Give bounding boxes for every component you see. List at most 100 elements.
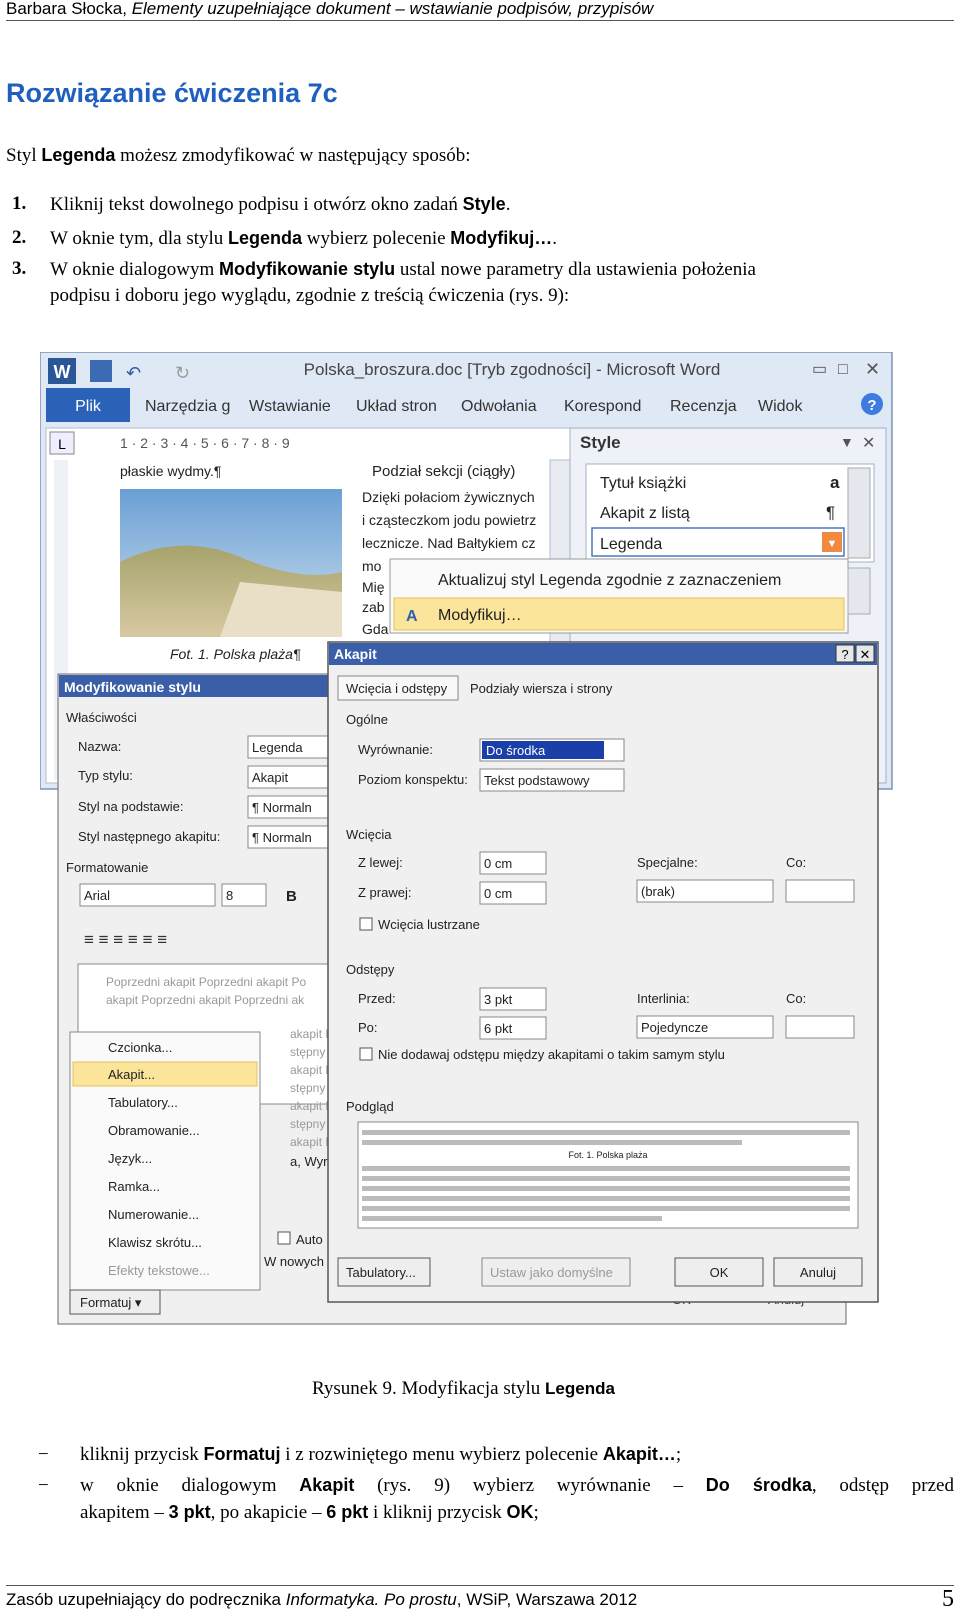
svg-text:Tabulatory...: Tabulatory... bbox=[346, 1265, 416, 1280]
svg-text:Plik: Plik bbox=[75, 398, 102, 415]
step-number: 3. bbox=[12, 258, 27, 279]
svg-text:L: L bbox=[58, 436, 66, 452]
svg-text:Co:: Co: bbox=[786, 991, 806, 1006]
svg-text:Modyfikowanie stylu: Modyfikowanie stylu bbox=[64, 679, 201, 695]
bullet-item-2-line-2: akapitem – 3 pkt, po akapicie – 6 pkt i … bbox=[80, 1502, 539, 1523]
paragraph-preview bbox=[357, 1121, 859, 1229]
word-screenshot: W ↶ ↻ Polska_broszura.doc [Tryb zgodnośc… bbox=[39, 351, 893, 1325]
svg-text:Z lewej:: Z lewej: bbox=[358, 855, 403, 870]
svg-text:Wyrównanie:: Wyrównanie: bbox=[358, 742, 433, 757]
step-number: 2. bbox=[12, 227, 27, 248]
svg-text:mo: mo bbox=[362, 558, 382, 574]
style-name-field: Legenda bbox=[252, 740, 303, 755]
svg-text:i cząsteczkom jodu powietrz: i cząsteczkom jodu powietrz bbox=[362, 512, 536, 528]
menu-item: Efekty tekstowe... bbox=[108, 1263, 210, 1278]
svg-text:Interlinia:: Interlinia: bbox=[637, 991, 690, 1006]
svg-text:Podział sekcji (ciągły): Podział sekcji (ciągły) bbox=[372, 463, 515, 480]
svg-text:Anuluj: Anuluj bbox=[800, 1265, 836, 1280]
svg-text:Akapit: Akapit bbox=[334, 646, 377, 662]
svg-text:Co:: Co: bbox=[786, 855, 806, 870]
bullet-item-1: kliknij przycisk Formatuj i z rozwinięte… bbox=[80, 1444, 682, 1465]
svg-text:Właściwości: Właściwości bbox=[66, 710, 137, 725]
svg-text:Dzięki połaciom żywicznych: Dzięki połaciom żywicznych bbox=[362, 489, 535, 505]
save-icon bbox=[90, 360, 112, 382]
svg-text:Fot. 1. Polska plaża: Fot. 1. Polska plaża bbox=[568, 1150, 647, 1160]
bullet-dash: − bbox=[38, 1475, 49, 1496]
help-icon: ? bbox=[841, 647, 848, 662]
mirror-checkbox bbox=[359, 917, 373, 931]
svg-text:Ogólne: Ogólne bbox=[346, 712, 388, 727]
svg-text:Wcięcia lustrzane: Wcięcia lustrzane bbox=[378, 917, 480, 932]
tab-narzedzia: Narzędzia g bbox=[145, 398, 230, 415]
svg-text:Przed:: Przed: bbox=[358, 991, 396, 1006]
svg-text:zab: zab bbox=[362, 599, 385, 615]
no-space-checkbox bbox=[359, 1047, 373, 1061]
svg-text:8: 8 bbox=[226, 888, 233, 903]
menu-item: Czcionka... bbox=[108, 1040, 172, 1055]
style-pane-title: Style bbox=[580, 433, 621, 452]
paragraph-title-bar bbox=[329, 643, 877, 665]
tab-wstawianie: Wstawianie bbox=[249, 398, 331, 415]
header-author: Barbara Słocka, bbox=[6, 0, 132, 18]
svg-text:Legenda: Legenda bbox=[600, 536, 662, 553]
modify-icon: A bbox=[406, 608, 418, 625]
svg-text:Wcięcia: Wcięcia bbox=[346, 827, 392, 842]
svg-text:Wcięcia i odstępy: Wcięcia i odstępy bbox=[346, 681, 448, 696]
svg-text:lecznicze. Nad Bałtykiem cz: lecznicze. Nad Bałtykiem cz bbox=[362, 535, 536, 551]
section-heading: Rozwiązanie ćwiczenia 7c bbox=[6, 78, 338, 108]
svg-text:▼: ▼ bbox=[827, 538, 838, 550]
tab-odwolania: Odwołania bbox=[461, 398, 537, 415]
svg-text:akapit Poprzedni akapit Poprze: akapit Poprzedni akapit Poprzedni ak bbox=[106, 993, 305, 1007]
bullet-item-2-line-1: w oknie dialogowym Akapit (rys. 9) wybie… bbox=[80, 1475, 954, 1496]
svg-text:Akapit...: Akapit... bbox=[108, 1067, 155, 1082]
svg-text:Arial: Arial bbox=[84, 888, 110, 903]
svg-text:Z prawej:: Z prawej: bbox=[358, 885, 411, 900]
svg-text:płaskie wydmy.¶: płaskie wydmy.¶ bbox=[120, 463, 221, 479]
maximize-icon: □ bbox=[838, 361, 848, 378]
svg-text:(brak): (brak) bbox=[641, 884, 675, 899]
pane-close-icon: ✕ bbox=[862, 435, 875, 452]
intro-paragraph: Styl Legenda możesz zmodyfikować w nastę… bbox=[6, 145, 471, 166]
tab-uklad: Układ stron bbox=[356, 398, 437, 415]
svg-text:¶ Normaln: ¶ Normaln bbox=[252, 800, 312, 815]
close-icon: ✕ bbox=[865, 359, 880, 379]
close-icon: ✕ bbox=[860, 647, 871, 662]
tab-breaks: Podziały wiersza i strony bbox=[470, 681, 613, 696]
svg-text:3 pkt: 3 pkt bbox=[484, 992, 513, 1007]
menu-item: Język... bbox=[108, 1151, 152, 1166]
svg-text:Specjalne:: Specjalne: bbox=[637, 855, 698, 870]
tab-recenzja: Recenzja bbox=[670, 398, 737, 415]
svg-text:0 cm: 0 cm bbox=[484, 886, 512, 901]
svg-text:Poprzedni akapit Poprzedni aka: Poprzedni akapit Poprzedni akapit Po bbox=[106, 975, 306, 989]
svg-text:a: a bbox=[830, 473, 840, 492]
svg-text:Poziom konspektu:: Poziom konspektu: bbox=[358, 772, 468, 787]
bold-button: B bbox=[286, 888, 297, 905]
undo-icon: ↶ bbox=[126, 363, 141, 383]
running-footer: Zasób uzupełniający do podręcznika Infor… bbox=[6, 1585, 954, 1612]
menu-item: Numerowanie... bbox=[108, 1207, 199, 1222]
svg-text:Typ stylu:: Typ stylu: bbox=[78, 768, 133, 783]
svg-text:Do środka: Do środka bbox=[486, 743, 546, 758]
minimize-icon: ▭ bbox=[812, 361, 827, 378]
step-2: W oknie tym, dla stylu Legenda wybierz p… bbox=[50, 228, 558, 249]
svg-text:Podgląd: Podgląd bbox=[346, 1099, 394, 1114]
bullet-dash: − bbox=[38, 1444, 49, 1465]
step-number: 1. bbox=[12, 193, 27, 214]
svg-text:6 pkt: 6 pkt bbox=[484, 1021, 513, 1036]
running-header: Barbara Słocka, Elementy uzupełniające d… bbox=[6, 0, 954, 21]
svg-text:Tekst podstawowy: Tekst podstawowy bbox=[484, 773, 590, 788]
ruler: 1 · 2 · 3 · 4 · 5 · 6 · 7 · 8 · 9 bbox=[120, 435, 290, 451]
figure-caption: Rysunek 9. Modyfikacja stylu Legenda bbox=[312, 1378, 615, 1399]
svg-text:Pojedyncze: Pojedyncze bbox=[641, 1020, 708, 1035]
svg-text:Akapit: Akapit bbox=[252, 770, 289, 785]
svg-text:W: W bbox=[54, 362, 71, 382]
header-title: Elementy uzupełniające dokument – wstawi… bbox=[131, 0, 654, 18]
svg-text:¶: ¶ bbox=[826, 503, 835, 522]
svg-text:Gda: Gda bbox=[362, 621, 389, 637]
svg-text:Styl na podstawie:: Styl na podstawie: bbox=[78, 799, 184, 814]
svg-text:Po:: Po: bbox=[358, 1020, 378, 1035]
menu-update-style: Aktualizuj styl Legenda zgodnie z zaznac… bbox=[438, 572, 781, 589]
dropdown-icon: ▼ bbox=[840, 434, 854, 450]
svg-text:Odstępy: Odstępy bbox=[346, 962, 395, 977]
svg-text:?: ? bbox=[867, 397, 876, 414]
